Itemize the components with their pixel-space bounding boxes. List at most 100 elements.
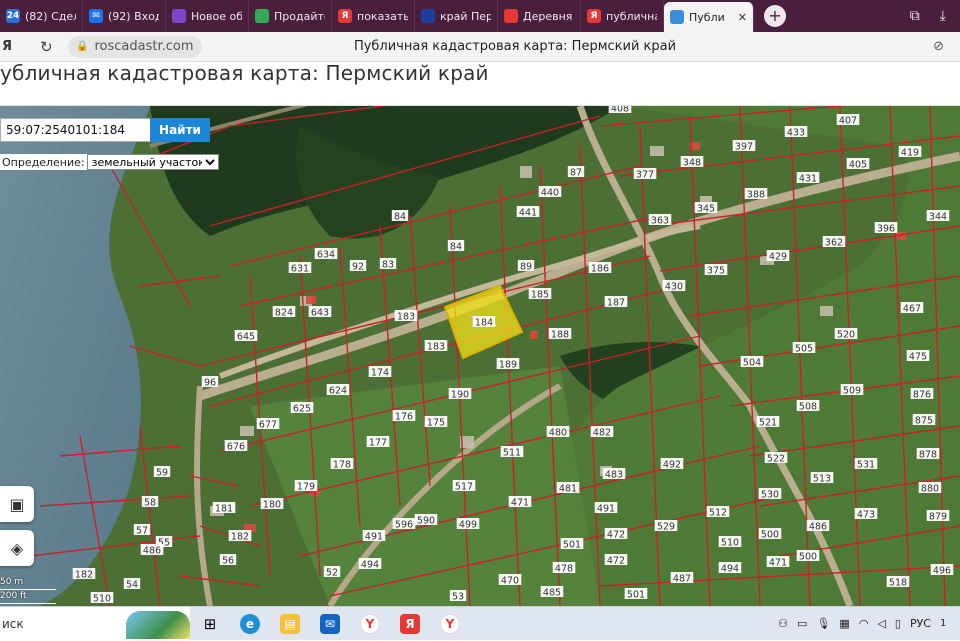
parcel-label[interactable]: 57	[136, 526, 148, 537]
parcel-label[interactable]: 879	[929, 512, 947, 523]
parcel-label[interactable]: 504	[743, 358, 761, 369]
bookmarks-icon[interactable]: ⧉	[910, 8, 920, 24]
parcel-label[interactable]: 521	[759, 418, 777, 429]
parcel-label[interactable]: 183	[397, 312, 415, 323]
parcel-label[interactable]: 186	[591, 264, 609, 275]
parcel-label[interactable]: 407	[839, 116, 857, 127]
yandex-browser-2-icon[interactable]: Y	[430, 607, 470, 641]
parcel-label[interactable]: 475	[909, 352, 927, 363]
tab-1[interactable]: ✉ (92) Входя	[83, 0, 166, 32]
parcel-label[interactable]: 52	[326, 568, 338, 579]
parcel-label[interactable]: 187	[607, 298, 625, 309]
parcel-label[interactable]: 471	[769, 558, 787, 569]
cadastral-number-input[interactable]	[0, 118, 150, 142]
parcel-label[interactable]: 54	[126, 580, 138, 591]
parcel-label[interactable]: 590	[417, 516, 435, 527]
parcel-label[interactable]: 512	[709, 508, 727, 519]
parcel-label[interactable]: 500	[761, 530, 779, 541]
parcel-label[interactable]: 494	[361, 560, 379, 571]
parcel-label[interactable]: 482	[593, 428, 611, 439]
parcel-label[interactable]: 530	[761, 490, 779, 501]
layers-button[interactable]: ◈	[0, 530, 34, 566]
parcel-label[interactable]: 676	[227, 442, 245, 453]
parcel-label[interactable]: 625	[293, 404, 311, 415]
parcel-label[interactable]: 875	[915, 416, 933, 427]
parcel-label[interactable]: 430	[665, 282, 683, 293]
find-button[interactable]: Найти	[150, 118, 210, 142]
parcel-label[interactable]: 441	[519, 208, 537, 219]
parcel-label[interactable]: 84	[450, 242, 462, 253]
tab-7[interactable]: Япублична	[581, 0, 664, 32]
volume-icon[interactable]: ◁	[877, 617, 885, 630]
parcel-label[interactable]: 483	[605, 470, 623, 481]
parcel-label[interactable]: 56	[222, 556, 234, 567]
parcel-label[interactable]: 467	[903, 304, 921, 315]
language-indicator[interactable]: РУС	[910, 617, 931, 630]
parcel-label[interactable]: 348	[683, 158, 701, 169]
parcel-label[interactable]: 472	[607, 556, 625, 567]
parcel-label[interactable]: 96	[204, 378, 216, 389]
task-view-icon[interactable]: ⊞	[190, 607, 230, 641]
parcel-label[interactable]: 174	[371, 368, 389, 379]
people-icon[interactable]: ⚇	[778, 617, 788, 630]
parcel-label[interactable]: 486	[143, 546, 161, 557]
parcel-label[interactable]: 624	[329, 386, 347, 397]
parcel-label[interactable]: 408	[611, 106, 629, 115]
parcel-label[interactable]: 181	[215, 504, 233, 515]
parcel-label[interactable]: 878	[919, 450, 937, 461]
parcel-label[interactable]: 345	[697, 204, 715, 215]
parcel-label[interactable]: 531	[857, 460, 875, 471]
parcel-label[interactable]: 92	[352, 262, 364, 273]
parcel-label[interactable]: 183	[427, 342, 445, 353]
parcel-label[interactable]: 501	[563, 540, 581, 551]
parcel-label[interactable]: 473	[857, 510, 875, 521]
parcel-label[interactable]: 84	[394, 212, 406, 223]
parcel-label[interactable]: 175	[427, 418, 445, 429]
parcel-label[interactable]: 363	[651, 216, 669, 227]
parcel-label[interactable]: 419	[901, 148, 919, 159]
parcel-label[interactable]: 511	[503, 448, 521, 459]
parcel-label[interactable]: 471	[511, 498, 529, 509]
tab-close-icon[interactable]: ✕	[738, 11, 747, 24]
mic-icon[interactable]: 🎙	[816, 617, 830, 630]
parcel-label[interactable]: 677	[259, 420, 277, 431]
parcel-label[interactable]: 429	[769, 252, 787, 263]
parcel-label[interactable]: 182	[231, 532, 249, 543]
parcel-label[interactable]: 485	[543, 588, 561, 599]
parcel-label[interactable]: 362	[825, 238, 843, 249]
tab-4[interactable]: Япоказать	[332, 0, 415, 32]
parcel-label[interactable]: 496	[933, 566, 951, 577]
parcel-label[interactable]: 510	[721, 538, 739, 549]
parcel-label[interactable]: 397	[735, 142, 753, 153]
yandex-icon[interactable]: Я	[390, 607, 430, 641]
parcel-label[interactable]: 59	[156, 468, 168, 479]
tab-2[interactable]: Новое об	[166, 0, 249, 32]
downloads-icon[interactable]: ⤓	[940, 8, 946, 24]
yandex-browser-icon[interactable]: Y	[350, 607, 390, 641]
parcel-label[interactable]: 508	[799, 402, 817, 413]
parcel-label[interactable]: 494	[721, 564, 739, 575]
parcel-label[interactable]: 634	[317, 250, 335, 261]
parcel-label[interactable]: 487	[673, 574, 691, 585]
parcel-label[interactable]: 491	[365, 532, 383, 543]
parcel-label[interactable]: 440	[541, 188, 559, 199]
parcel-label[interactable]: 433	[787, 128, 805, 139]
parcel-label[interactable]: 486	[809, 522, 827, 533]
parcel-label[interactable]: 491	[597, 504, 615, 515]
definition-select[interactable]: земельный участок	[86, 154, 219, 170]
parcel-label[interactable]: 631	[291, 264, 309, 275]
parcel-label[interactable]: 876	[913, 390, 931, 401]
parcel-label[interactable]: 431	[799, 174, 817, 185]
parcel-label[interactable]: 492	[663, 460, 681, 471]
parcel-label[interactable]: 388	[747, 190, 765, 201]
parcel-label[interactable]: 377	[636, 170, 654, 181]
parcel-label[interactable]: 501	[627, 590, 645, 601]
parcel-label[interactable]: 178	[333, 460, 351, 471]
parcel-label[interactable]: 83	[382, 260, 394, 271]
parcel-label[interactable]: 176	[395, 412, 413, 423]
tab-6[interactable]: Деревня	[498, 0, 581, 32]
network-icon[interactable]: ▦	[839, 617, 849, 630]
parcel-label[interactable]: 481	[559, 484, 577, 495]
camera-icon[interactable]: ▭	[797, 617, 807, 630]
parcel-label[interactable]: 643	[311, 308, 329, 319]
